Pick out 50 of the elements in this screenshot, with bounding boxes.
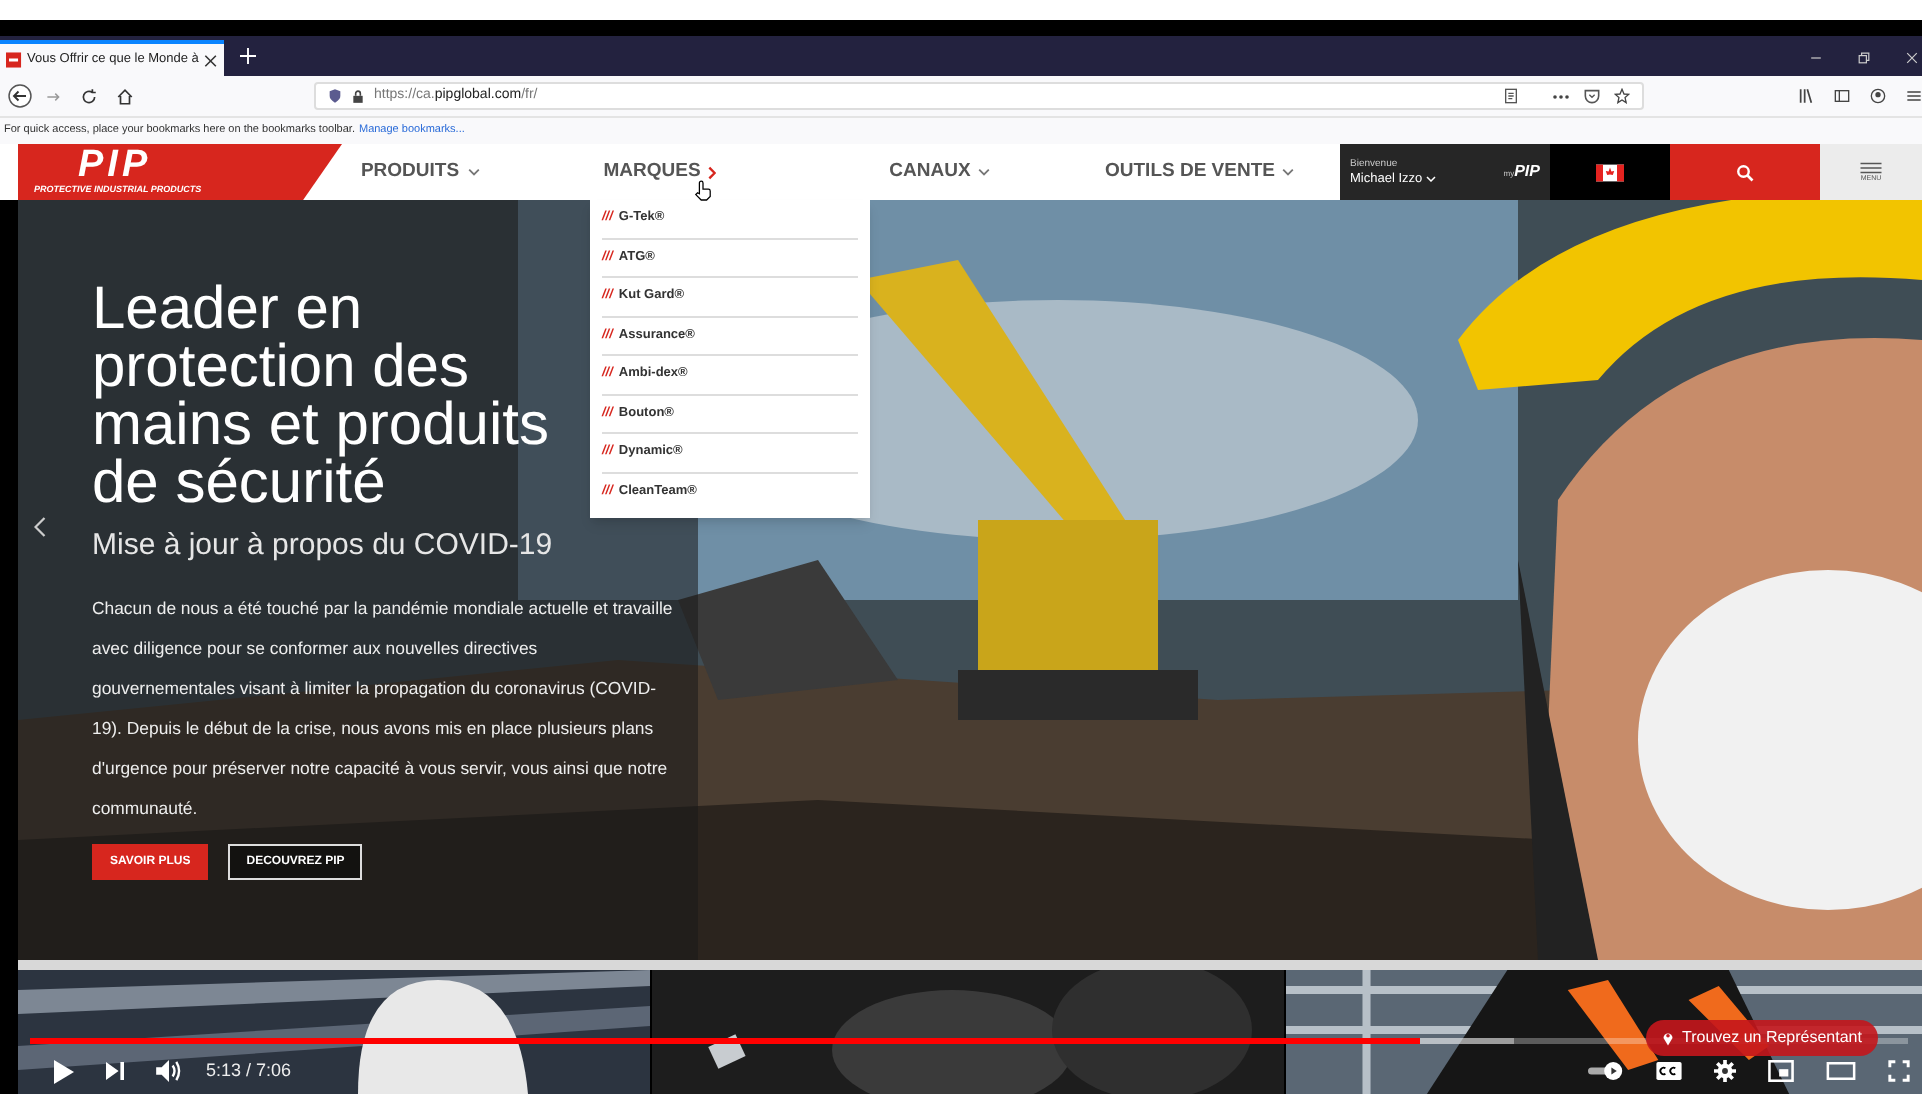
restore-icon[interactable] bbox=[1858, 52, 1870, 64]
sidebar-icon[interactable] bbox=[1834, 88, 1850, 104]
hero-subtitle: Mise à jour à propos du COVID-19 bbox=[92, 528, 555, 564]
favicon-icon bbox=[6, 52, 22, 68]
star-icon[interactable] bbox=[1614, 88, 1630, 104]
theater-mode-icon[interactable] bbox=[1826, 1062, 1856, 1080]
new-tab-icon[interactable] bbox=[240, 48, 256, 64]
account-icon[interactable] bbox=[1870, 88, 1886, 104]
mypip-logo: PIP bbox=[1514, 164, 1540, 180]
autoplay-toggle-icon[interactable] bbox=[1588, 1062, 1624, 1080]
chevron-down-icon bbox=[978, 168, 991, 176]
menu-icon bbox=[1858, 161, 1884, 173]
miniplayer-icon[interactable] bbox=[1768, 1060, 1794, 1082]
chevron-down-icon bbox=[1426, 176, 1437, 182]
pocket-icon[interactable] bbox=[1584, 88, 1600, 104]
more-icon[interactable] bbox=[1552, 93, 1570, 99]
video-time: 5:13 / 7:06 bbox=[206, 1058, 292, 1084]
nav-menu-item[interactable]: CANAUX bbox=[889, 157, 991, 187]
logo-text: PIP bbox=[78, 148, 152, 184]
lock-icon bbox=[352, 89, 364, 103]
home-icon[interactable] bbox=[116, 87, 134, 105]
play-icon[interactable] bbox=[54, 1059, 74, 1084]
menu-icon[interactable] bbox=[1906, 88, 1922, 104]
forward-icon[interactable] bbox=[44, 87, 62, 105]
close-icon[interactable] bbox=[204, 53, 218, 67]
settings-icon[interactable] bbox=[1714, 1060, 1736, 1082]
fullscreen-icon[interactable] bbox=[1888, 1060, 1910, 1082]
map-pin-icon bbox=[1662, 1030, 1674, 1046]
reload-icon[interactable] bbox=[80, 87, 98, 105]
nav-menu-item[interactable]: OUTILS DE VENTE bbox=[1105, 157, 1295, 187]
canada-flag-icon bbox=[1596, 163, 1624, 181]
language-button[interactable] bbox=[1550, 144, 1670, 200]
back-icon[interactable] bbox=[8, 84, 32, 108]
next-icon[interactable] bbox=[106, 1062, 124, 1081]
chevron-right-icon bbox=[708, 165, 717, 179]
hero-paragraph: Chacun de nous a été touché par la pandémie mondiale actuelle et travaille avec diligence pour se conformer aux nouvelles directives gouvernementales visant à limiter la propagation du coronavirus (COVID-19). Depuis le début de la crise, nous avons mis en place plusieurs plans d'urgence pour préserver notre capacité à vous servir, vous ainsi que notre communauté. bbox=[92, 596, 675, 822]
nav-menu-item[interactable]: MARQUES bbox=[603, 157, 717, 187]
volume-icon[interactable] bbox=[156, 1060, 182, 1083]
nav-menu-item[interactable]: PRODUITS bbox=[360, 157, 480, 187]
minimize-icon[interactable] bbox=[1810, 52, 1822, 64]
library-icon[interactable] bbox=[1798, 88, 1814, 104]
previous-slide-icon[interactable] bbox=[34, 516, 46, 538]
hero-headline: Leader en protection des mains et produits de sécurité bbox=[92, 280, 551, 512]
captions-icon[interactable] bbox=[1656, 1062, 1682, 1080]
find-representative-button[interactable]: Trouvez un Représentant bbox=[1646, 1020, 1878, 1056]
chevron-down-icon bbox=[1282, 168, 1295, 176]
shield-icon[interactable] bbox=[328, 88, 342, 104]
search-icon bbox=[1736, 163, 1754, 181]
chevron-down-icon bbox=[467, 168, 480, 176]
reader-view-icon[interactable] bbox=[1504, 88, 1518, 104]
